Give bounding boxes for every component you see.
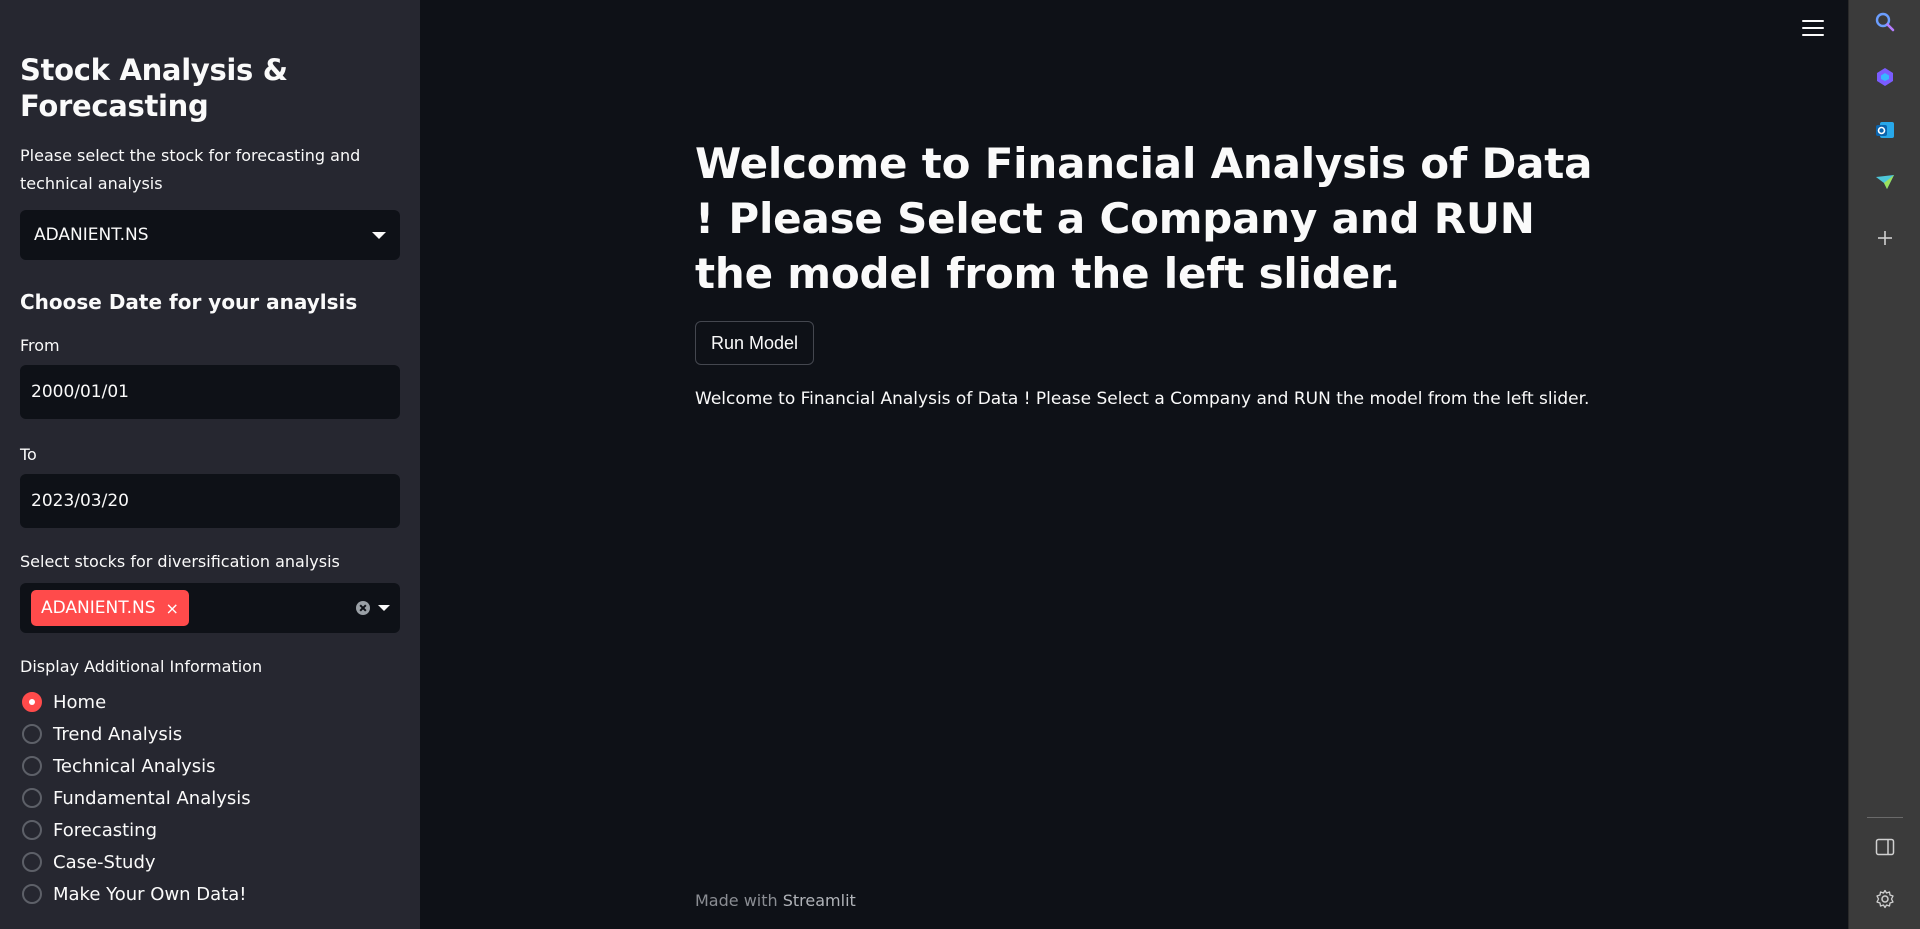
welcome-heading: Welcome to Financial Analysis of Data ! … [695,139,1593,298]
date-heading: Choose Date for your anaylsis [20,290,358,314]
streamlit-link[interactable]: Streamlit [783,891,856,910]
main-content: Welcome to Financial Analysis of Data ! … [695,136,1595,409]
page-radio-group: Home Trend Analysis Technical Analysis F… [20,686,400,910]
radio-indicator [22,724,42,744]
rail-divider [1867,817,1903,818]
radio-case-study[interactable]: Case-Study [20,846,400,878]
multiselect-controls [356,601,390,615]
radio-technical-analysis[interactable]: Technical Analysis [20,750,400,782]
radio-indicator [22,820,42,840]
radio-indicator [22,852,42,872]
footer-prefix: Made with [695,891,783,910]
run-model-button[interactable]: Run Model [695,321,815,365]
radio-label: Case-Study [53,851,156,873]
radio-label: Forecasting [53,819,158,841]
chevron-down-icon [372,231,386,239]
radio-home[interactable]: Home [20,686,400,718]
radio-forecasting[interactable]: Forecasting [20,814,400,846]
radio-label: Technical Analysis [53,755,216,777]
additional-info-label: Display Additional Information [20,657,263,676]
app-title: Stock Analysis & Forecasting [20,53,288,123]
from-date-input[interactable]: 2000/01/01 [20,365,400,419]
chevron-down-icon[interactable] [378,605,390,611]
radio-indicator [22,884,42,904]
browser-side-rail [1848,0,1920,929]
diversification-label: Select stocks for diversification analys… [20,552,340,571]
radio-label: Trend Analysis [53,723,183,745]
selected-stock-tag: ADANIENT.NS × [31,590,189,626]
radio-fundamental-analysis[interactable]: Fundamental Analysis [20,782,400,814]
sidebar: Stock Analysis & Forecasting Please sele… [0,0,420,929]
stock-select[interactable]: ADANIENT.NS [20,210,400,260]
menu-icon[interactable] [1802,20,1824,36]
main-area: Welcome to Financial Analysis of Data ! … [420,0,1848,929]
sidebar-toggle-icon[interactable] [1873,835,1897,859]
radio-label: Home [53,691,107,713]
radio-indicator [22,788,42,808]
outlook-icon[interactable] [1873,118,1897,142]
diversification-multiselect[interactable]: ADANIENT.NS × [20,583,400,633]
remove-tag-icon[interactable]: × [166,599,179,618]
clear-all-icon[interactable] [356,601,370,615]
radio-indicator [22,692,42,712]
radio-trend-analysis[interactable]: Trend Analysis [20,718,400,750]
to-label: To [20,445,37,464]
settings-icon[interactable] [1873,887,1897,911]
radio-label: Fundamental Analysis [53,787,251,809]
tag-label: ADANIENT.NS [41,598,156,618]
stock-select-label: Please select the stock for forecasting … [20,146,361,193]
radio-indicator [22,756,42,776]
from-label: From [20,336,60,355]
radio-label: Make Your Own Data! [53,883,247,905]
radio-make-your-own-data[interactable]: Make Your Own Data! [20,878,400,910]
footer: Made with Streamlit [695,891,856,910]
welcome-text: Welcome to Financial Analysis of Data ! … [695,389,1590,409]
send-icon[interactable] [1873,170,1897,194]
stock-select-value: ADANIENT.NS [34,225,149,245]
search-icon[interactable] [1873,10,1897,34]
add-icon[interactable] [1873,226,1897,250]
to-date-input[interactable]: 2023/03/20 [20,474,400,528]
copilot-icon[interactable] [1873,65,1897,89]
